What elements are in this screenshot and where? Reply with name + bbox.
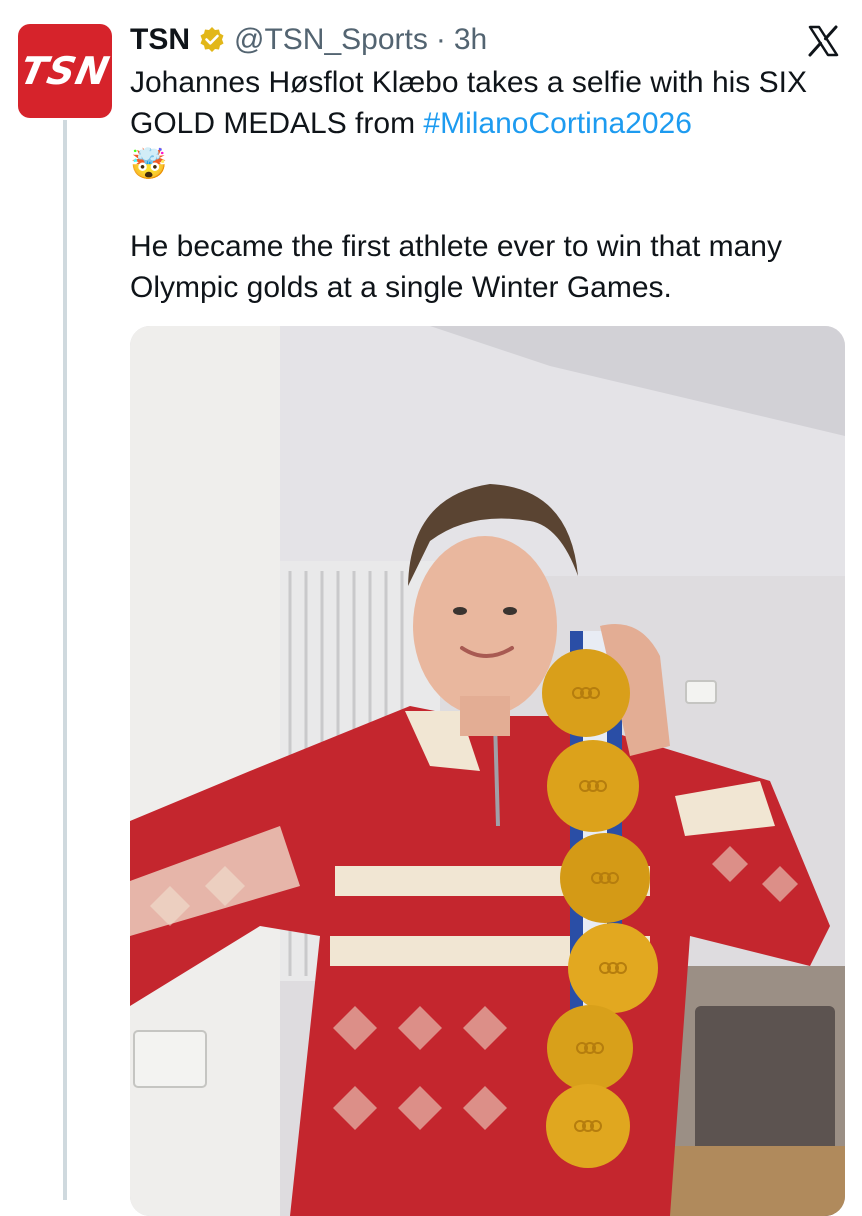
display-name[interactable]: TSN [130,23,190,57]
tweet-header: TSN @TSN_Sports · 3h [130,20,487,60]
tweet-photo[interactable] [130,326,845,1216]
tsn-logo-icon: TSN [18,49,112,93]
avatar[interactable]: TSN [18,24,112,118]
timestamp[interactable]: 3h [454,23,487,57]
thread-connector-line [63,120,67,1200]
tweet-paragraph-1: Johannes Høsflot Klæbo takes a selfie wi… [130,62,845,185]
separator-dot: · [435,23,446,56]
exploding-head-emoji: 🤯 [130,147,168,182]
hashtag-link[interactable]: #MilanoCortina2026 [423,107,692,140]
user-handle[interactable]: @TSN_Sports [234,23,428,57]
verified-badge-icon [198,26,226,54]
tweet-text: Johannes Høsflot Klæbo takes a selfie wi… [130,62,845,308]
x-logo-icon[interactable] [806,24,840,58]
tweet-paragraph-2: He became the first athlete ever to win … [130,230,782,304]
